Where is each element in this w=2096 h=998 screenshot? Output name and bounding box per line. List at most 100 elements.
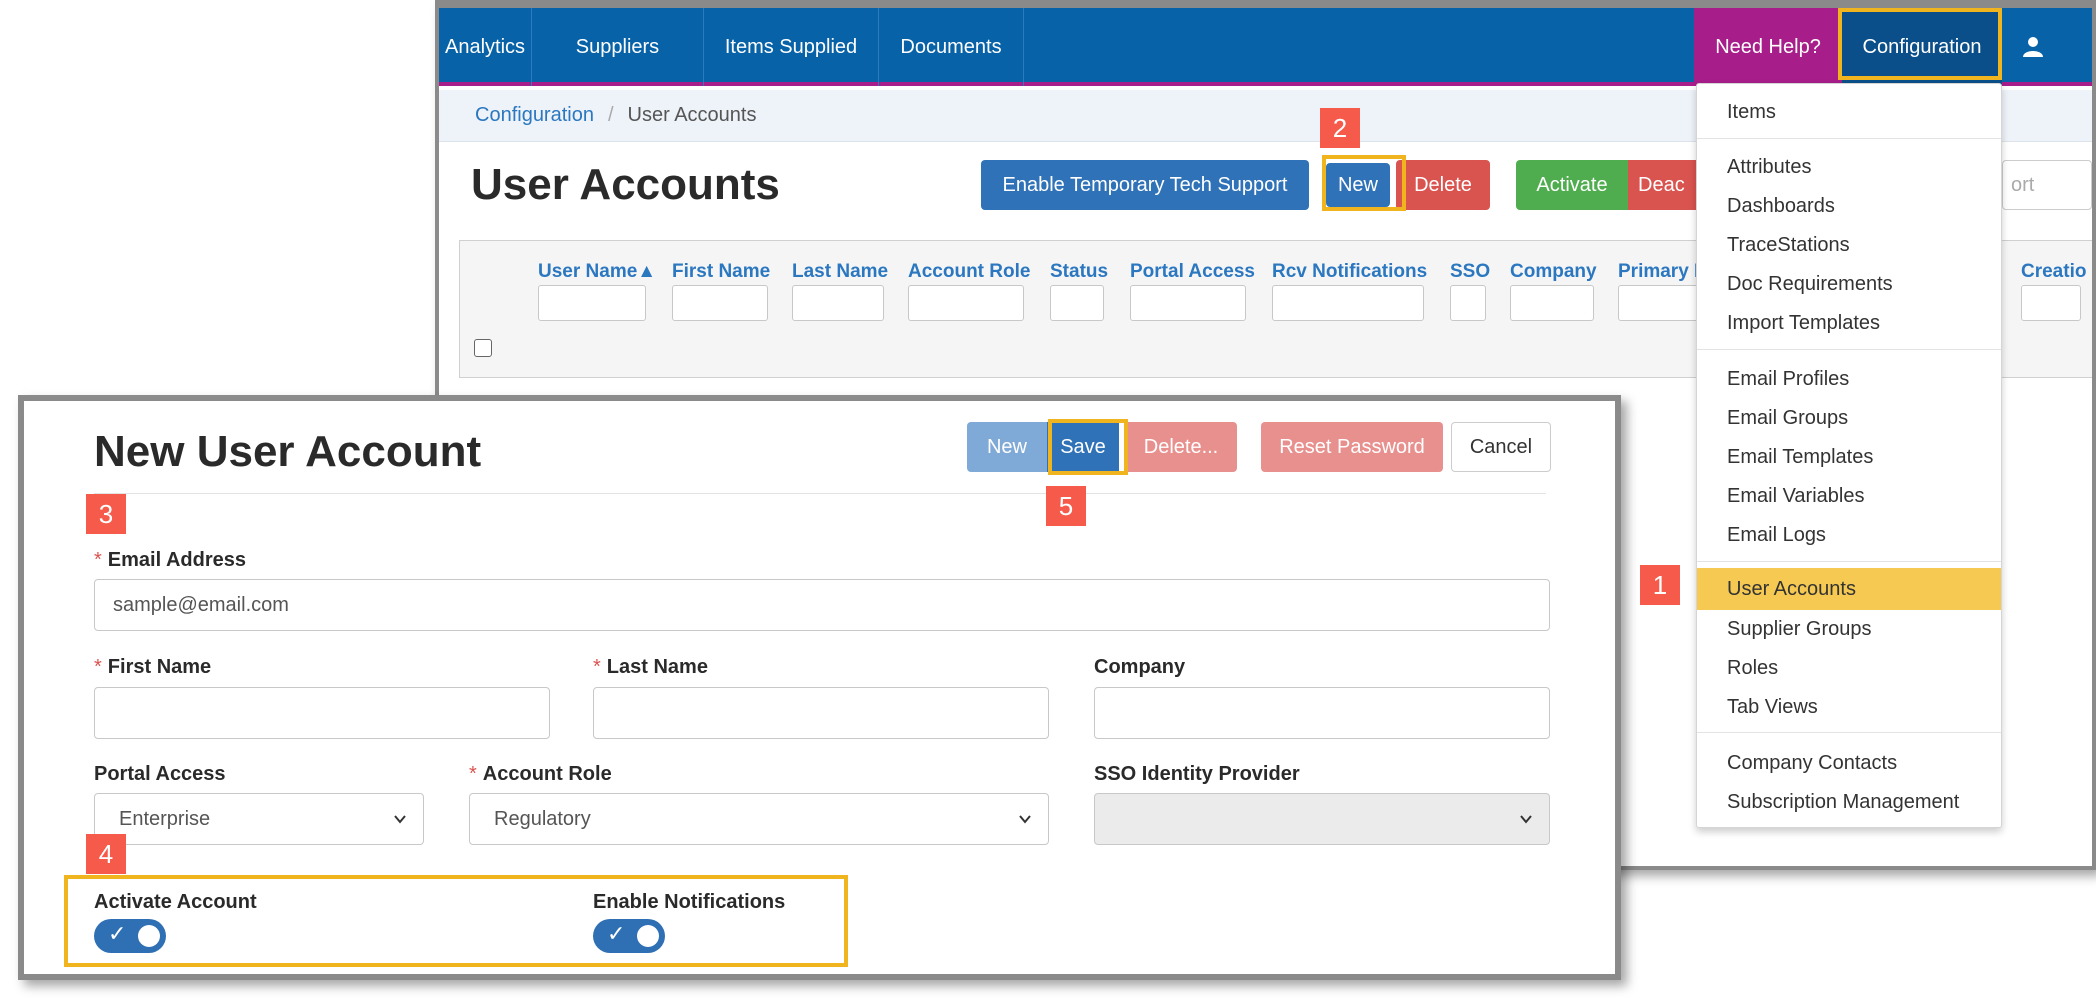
highlight-configuration [1838, 8, 2002, 80]
portal-access-select[interactable]: Enterprise [94, 793, 424, 845]
activate-label: Activate [1536, 173, 1608, 196]
nav-suppliers[interactable]: Suppliers [532, 8, 704, 86]
nav-analytics[interactable]: Analytics [439, 8, 532, 86]
breadcrumb-separator: / [607, 104, 614, 126]
col-first-name[interactable]: First Name [672, 261, 770, 283]
dropdown-item-roles[interactable]: Roles [1697, 649, 2001, 688]
company-label: Company [1094, 656, 1186, 678]
portal-access-label: Portal Access [94, 763, 226, 785]
dropdown-item-tracestations[interactable]: TraceStations [1697, 226, 2001, 265]
dropdown-item-tab-views[interactable]: Tab Views [1697, 688, 2001, 727]
user-menu[interactable] [2002, 8, 2064, 86]
account-role-select[interactable]: Regulatory [469, 793, 1049, 845]
deactivate-button[interactable]: Deac [1628, 160, 1698, 210]
breadcrumb-current: User Accounts [627, 104, 757, 126]
form-delete-button[interactable]: Delete... [1125, 422, 1237, 472]
chevron-down-icon [1019, 815, 1031, 824]
callout-5: 5 [1046, 486, 1086, 526]
dropdown-item-dashboards[interactable]: Dashboards [1697, 187, 2001, 226]
filter-company[interactable] [1510, 285, 1594, 321]
dropdown-divider [1697, 561, 2001, 562]
select-all-checkbox[interactable] [474, 339, 492, 357]
form-new-button[interactable]: New [967, 422, 1047, 472]
filter-last-name[interactable] [792, 285, 884, 321]
dropdown-item-company-contacts[interactable]: Company Contacts [1697, 744, 2001, 783]
col-sso[interactable]: SSO [1450, 261, 1490, 283]
export-button[interactable]: ort [2002, 160, 2092, 210]
last-name-label-text: Last Name [606, 656, 708, 678]
highlight-toggles [64, 875, 848, 967]
dropdown-item-supplier-groups[interactable]: Supplier Groups [1697, 610, 2001, 649]
callout-2: 2 [1320, 108, 1360, 148]
dropdown-item-user-accounts[interactable]: User Accounts [1697, 568, 2001, 610]
activate-button[interactable]: Activate [1516, 160, 1628, 210]
highlight-save [1048, 419, 1128, 475]
dropdown-item-subscription-management[interactable]: Subscription Management [1697, 783, 2001, 822]
col-last-name[interactable]: Last Name [792, 261, 888, 283]
nav-items-supplied[interactable]: Items Supplied [704, 8, 879, 86]
sso-label: SSO Identity Provider [1094, 763, 1300, 785]
filter-user-name[interactable] [538, 285, 646, 321]
col-portal-access[interactable]: Portal Access [1130, 261, 1255, 283]
first-name-label: * First Name [94, 656, 211, 679]
col-company[interactable]: Company [1510, 261, 1597, 283]
col-account-role[interactable]: Account Role [908, 261, 1030, 283]
first-name-field[interactable] [94, 687, 550, 739]
account-role-label: * Account Role [469, 763, 612, 786]
email-placeholder: sample@email.com [113, 593, 289, 616]
dropdown-item-email-groups[interactable]: Email Groups [1697, 399, 2001, 438]
need-help-label: Need Help? [1715, 35, 1821, 58]
col-user-name[interactable]: User Name▲ [538, 261, 656, 283]
company-field[interactable] [1094, 687, 1550, 739]
filter-sso[interactable] [1450, 285, 1486, 321]
filter-portal-access[interactable] [1130, 285, 1246, 321]
cancel-button[interactable]: Cancel [1451, 422, 1551, 472]
dropdown-item-items[interactable]: Items [1697, 93, 2001, 132]
dropdown-divider [1697, 138, 2001, 139]
breadcrumb-configuration[interactable]: Configuration [475, 104, 594, 127]
dropdown-item-email-variables[interactable]: Email Variables [1697, 477, 2001, 516]
dropdown-item-doc-requirements[interactable]: Doc Requirements [1697, 265, 2001, 304]
list-delete-button[interactable]: Delete [1396, 160, 1490, 210]
dropdown-item-import-templates[interactable]: Import Templates [1697, 304, 2001, 343]
col-rcv-notifications[interactable]: Rcv Notifications [1272, 261, 1427, 283]
last-name-label: * Last Name [593, 656, 708, 679]
form-title: New User Account [94, 427, 482, 476]
filter-status[interactable] [1050, 285, 1104, 321]
sso-select[interactable] [1094, 793, 1550, 845]
filter-creation[interactable] [2021, 285, 2081, 321]
email-field[interactable]: sample@email.com [94, 579, 1550, 631]
col-primary[interactable]: Primary F [1618, 261, 1706, 283]
email-label: * Email Address [94, 549, 246, 572]
dropdown-divider [1697, 349, 2001, 350]
cancel-label: Cancel [1469, 435, 1533, 458]
highlight-list-new [1322, 155, 1406, 211]
dropdown-item-attributes[interactable]: Attributes [1697, 148, 2001, 187]
reset-password-button[interactable]: Reset Password [1261, 422, 1443, 472]
dropdown-item-email-profiles[interactable]: Email Profiles [1697, 360, 2001, 399]
chevron-down-icon [394, 815, 406, 824]
required-mark: * [469, 763, 477, 785]
dropdown-item-email-logs[interactable]: Email Logs [1697, 516, 2001, 555]
filter-rcv-notifications[interactable] [1272, 285, 1424, 321]
filter-first-name[interactable] [672, 285, 768, 321]
chevron-down-icon [1520, 815, 1532, 824]
portal-access-value: Enterprise [119, 807, 211, 830]
enable-temp-support-button[interactable]: Enable Temporary Tech Support [981, 160, 1309, 210]
filter-primary[interactable] [1618, 285, 1702, 321]
form-divider [94, 493, 1546, 494]
filter-account-role[interactable] [908, 285, 1024, 321]
need-help-button[interactable]: Need Help? [1694, 8, 1842, 86]
col-creation[interactable]: Creatio [2021, 261, 2086, 283]
dropdown-item-email-templates[interactable]: Email Templates [1697, 438, 2001, 477]
first-name-label-text: First Name [107, 656, 212, 678]
last-name-field[interactable] [593, 687, 1049, 739]
form-delete-label: Delete... [1143, 435, 1219, 458]
account-role-label-text: Account Role [482, 763, 612, 785]
nav-documents[interactable]: Documents [879, 8, 1024, 86]
col-status[interactable]: Status [1050, 261, 1108, 283]
configuration-dropdown: Items Attributes Dashboards TraceStation… [1696, 83, 2002, 828]
nav-items-supplied-label: Items Supplied [724, 35, 858, 58]
enable-temp-support-label: Enable Temporary Tech Support [1002, 173, 1288, 196]
account-role-value: Regulatory [494, 807, 591, 830]
